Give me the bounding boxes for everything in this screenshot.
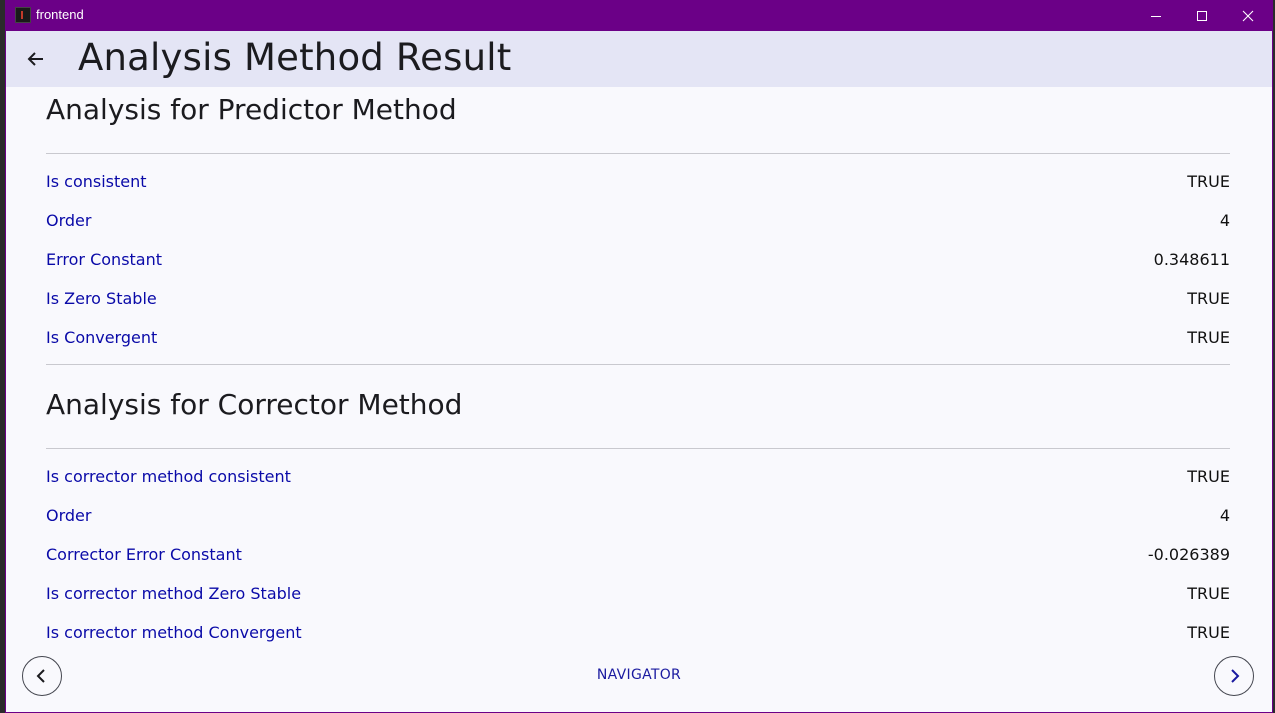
predictor-row-order: Order 4 xyxy=(46,211,1230,250)
corrector-row-order: Order 4 xyxy=(46,506,1230,545)
row-value: 4 xyxy=(1219,506,1230,525)
row-value: 4 xyxy=(1219,211,1230,230)
predictor-row-error-constant: Error Constant 0.348611 xyxy=(46,250,1230,289)
predictor-row-consistent: Is consistent TRUE xyxy=(46,172,1230,211)
row-value: TRUE xyxy=(1187,584,1230,603)
row-label: Order xyxy=(46,211,92,230)
row-value: TRUE xyxy=(1187,172,1230,191)
back-button[interactable] xyxy=(18,41,54,77)
title-bar[interactable]: frontend xyxy=(5,0,1273,31)
row-label: Is consistent xyxy=(46,172,147,191)
corrector-row-zero-stable: Is corrector method Zero Stable TRUE xyxy=(46,584,1230,623)
corrector-divider xyxy=(46,448,1230,449)
corrector-row-error-constant: Corrector Error Constant -0.026389 xyxy=(46,545,1230,584)
maximize-button[interactable] xyxy=(1179,0,1225,31)
predictor-section-title: Analysis for Predictor Method xyxy=(46,93,457,126)
predictor-row-convergent: Is Convergent TRUE xyxy=(46,328,1230,367)
window-title: frontend xyxy=(36,7,84,22)
section-divider xyxy=(46,364,1230,365)
corrector-row-convergent: Is corrector method Convergent TRUE xyxy=(46,623,1230,642)
app-icon xyxy=(15,7,31,23)
row-label: Order xyxy=(46,506,92,525)
page-title: Analysis Method Result xyxy=(78,36,512,79)
row-label: Error Constant xyxy=(46,250,163,269)
row-label: Corrector Error Constant xyxy=(46,545,242,564)
chevron-right-icon xyxy=(1231,669,1240,683)
close-icon xyxy=(1242,10,1254,21)
results-content[interactable]: Analysis for Predictor Method Is consist… xyxy=(46,87,1230,642)
next-button[interactable] xyxy=(1214,656,1254,696)
app-bar: Analysis Method Result xyxy=(6,31,1272,87)
maximize-icon xyxy=(1197,10,1207,21)
row-label: Is Convergent xyxy=(46,328,158,347)
app-client-area: Analysis Method Result Analysis for Pred… xyxy=(6,31,1272,712)
row-value: TRUE xyxy=(1187,623,1230,642)
arrow-left-icon xyxy=(27,52,43,66)
row-value: 0.348611 xyxy=(1153,250,1230,269)
corrector-row-consistent: Is corrector method consistent TRUE xyxy=(46,467,1230,506)
row-label: Is corrector method Convergent xyxy=(46,623,302,642)
row-label: Is corrector method consistent xyxy=(46,467,291,486)
predictor-row-zero-stable: Is Zero Stable TRUE xyxy=(46,289,1230,328)
app-window: frontend Analysis Method Result Analysis… xyxy=(5,0,1273,713)
minimize-button[interactable] xyxy=(1133,0,1179,31)
row-value: TRUE xyxy=(1187,289,1230,308)
row-value: TRUE xyxy=(1187,467,1230,486)
row-value: -0.026389 xyxy=(1147,545,1230,564)
row-value: TRUE xyxy=(1187,328,1230,347)
predictor-divider xyxy=(46,153,1230,154)
minimize-icon xyxy=(1151,15,1161,17)
row-label: Is Zero Stable xyxy=(46,289,157,308)
corrector-section-title: Analysis for Corrector Method xyxy=(46,388,463,421)
row-label: Is corrector method Zero Stable xyxy=(46,584,302,603)
close-button[interactable] xyxy=(1225,0,1271,31)
navigator-label: NAVIGATOR xyxy=(596,667,682,683)
navigator-bar: NAVIGATOR xyxy=(6,642,1272,712)
